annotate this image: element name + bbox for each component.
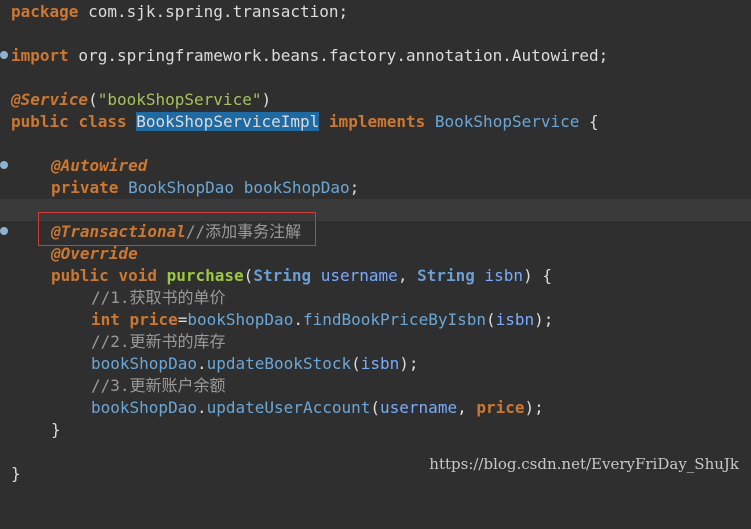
code-editor[interactable]: package com.sjk.spring.transaction; impo… (0, 0, 751, 486)
punctuation: , (397, 266, 408, 285)
punctuation: ( (351, 354, 361, 373)
code-line-field: private BookShopDao bookShopDao; (0, 177, 751, 199)
method-call: updateUserAccount (206, 398, 371, 417)
code-line-override: @Override (0, 243, 751, 265)
keyword: public (11, 112, 69, 131)
watermark: https://blog.csdn.net/EveryFriDay_ShuJk (429, 455, 739, 473)
method-call: updateBookStock (206, 354, 352, 373)
parameter: isbn (484, 266, 524, 285)
import-path: org.springframework.beans.factory.annota… (68, 46, 609, 65)
keyword: public (51, 266, 109, 285)
type-name: BookShopDao (128, 178, 235, 197)
selected-class-name[interactable]: BookShopServiceImpl (136, 112, 320, 131)
code-line-package: package com.sjk.spring.transaction; (0, 1, 751, 23)
code-line-autowired: @Autowired (0, 155, 751, 177)
code-line-update-account: bookShopDao.updateUserAccount(username, … (0, 397, 751, 419)
code-line-price: int price=bookShopDao.findBookPriceByIsb… (0, 309, 751, 331)
argument: isbn (360, 354, 400, 373)
field-reference: bookShopDao (91, 354, 197, 373)
comment: //1.获取书的单价 (91, 288, 226, 307)
punctuation: ); (524, 398, 544, 417)
code-line-update-stock: bookShopDao.updateBookStock(isbn); (0, 353, 751, 375)
parameter: username (320, 266, 398, 285)
field-reference: bookShopDao (91, 398, 197, 417)
type-name: String (417, 266, 475, 285)
code-line-comment-2: //2.更新书的库存 (0, 331, 751, 353)
punctuation: ( (243, 266, 254, 285)
annotation: @Override (51, 244, 138, 263)
argument: isbn (495, 310, 535, 329)
punctuation: . (196, 354, 207, 373)
annotation: @Service (11, 90, 89, 109)
code-line-service-annotation: @Service("bookShopService") (0, 89, 751, 111)
punctuation: ) { (523, 266, 552, 285)
punctuation: ) (261, 90, 272, 109)
punctuation: ( (486, 310, 496, 329)
method-name: purchase (166, 266, 244, 285)
fold-marker-icon[interactable] (0, 51, 8, 59)
keyword: void (118, 266, 157, 285)
annotation: @Autowired (51, 156, 148, 175)
punctuation: ); (534, 310, 554, 329)
keyword: implements (328, 112, 426, 131)
punctuation: ( (88, 90, 98, 109)
argument: username (380, 398, 458, 417)
comment: //3.更新账户余额 (91, 376, 226, 395)
code-line-import: import org.springframework.beans.factory… (0, 45, 751, 67)
code-line-method-signature: public void purchase(String username, St… (0, 265, 751, 287)
package-name: com.sjk.spring.transaction; (78, 2, 349, 21)
keyword: private (51, 178, 119, 197)
keyword: int (91, 310, 120, 329)
local-variable: price (129, 310, 178, 329)
string-literal: "bookShopService" (97, 90, 262, 109)
punctuation: ( (370, 398, 381, 417)
code-line-class-declaration: public class BookShopServiceImpl impleme… (0, 111, 751, 133)
field-reference: bookShopDao (187, 310, 294, 329)
keyword: import (11, 46, 69, 65)
closing-brace: } (51, 420, 61, 439)
punctuation: { (589, 112, 599, 131)
argument: price (476, 398, 525, 417)
punctuation: ); (399, 354, 419, 373)
punctuation: . (196, 398, 207, 417)
type-name: String (253, 266, 312, 285)
code-line-method-close: } (0, 419, 751, 441)
keyword: package (11, 2, 79, 21)
comment: //2.更新书的库存 (91, 332, 226, 351)
punctuation: . (293, 310, 303, 329)
fold-marker-icon[interactable] (0, 227, 8, 235)
punctuation: ; (349, 178, 360, 197)
method-call: findBookPriceByIsbn (302, 310, 486, 329)
punctuation: = (177, 310, 188, 329)
punctuation: , (457, 398, 467, 417)
code-line-comment-3: //3.更新账户余额 (0, 375, 751, 397)
interface-name: BookShopService (434, 112, 580, 131)
field-name: bookShopDao (243, 178, 350, 197)
code-line-comment-1: //1.获取书的单价 (0, 287, 751, 309)
fold-marker-icon[interactable] (0, 161, 8, 169)
closing-brace: } (11, 464, 21, 483)
highlight-box (38, 212, 316, 246)
keyword: class (78, 112, 127, 131)
